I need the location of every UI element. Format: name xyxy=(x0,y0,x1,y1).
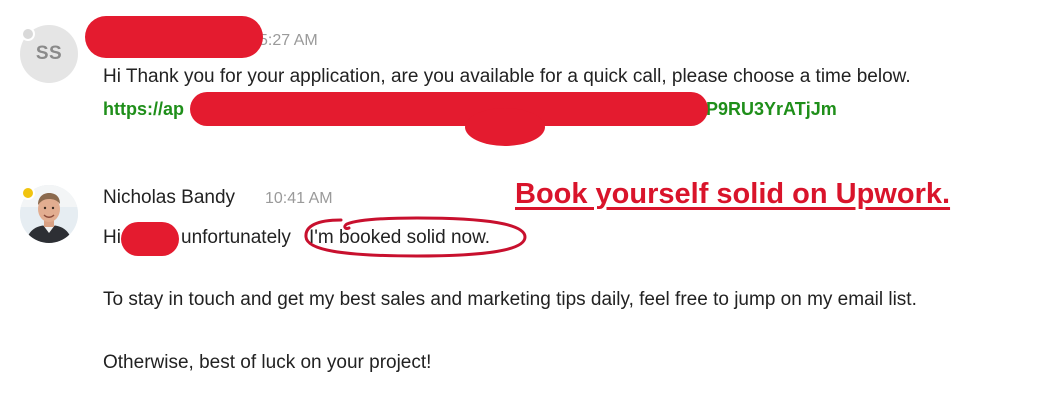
message-text: To stay in touch and get my best sales a… xyxy=(103,289,917,310)
redaction-mark xyxy=(190,92,708,126)
message-timestamp: 5:27 AM xyxy=(259,32,318,49)
message-text: Otherwise, best of luck on your project! xyxy=(103,352,432,373)
message-text-highlighted: I'm booked solid now. xyxy=(309,227,491,248)
message-timestamp: 10:41 AM xyxy=(265,190,333,207)
presence-dot-icon xyxy=(21,27,35,41)
chat-thread: SS 5:27 AM Hi Thank you for your applica… xyxy=(0,0,1046,409)
avatar-initials: SS xyxy=(35,43,63,64)
scheduling-link[interactable]: https://ap xyxy=(103,99,184,120)
message-text: Hi Thank you for your application, are y… xyxy=(103,66,911,87)
message-greeting: Hi xyxy=(103,227,121,248)
presence-dot-icon xyxy=(21,186,35,200)
redaction-mark xyxy=(465,108,545,146)
redaction-mark xyxy=(85,16,263,58)
scheduling-link-tail[interactable]: P9RU3YrATjJm xyxy=(706,99,837,120)
message-text: unfortunately xyxy=(181,227,291,248)
annotation-headline: Book yourself solid on Upwork. xyxy=(515,178,951,210)
redaction-mark xyxy=(121,222,179,256)
sender-name[interactable]: Nicholas Bandy xyxy=(103,187,235,209)
